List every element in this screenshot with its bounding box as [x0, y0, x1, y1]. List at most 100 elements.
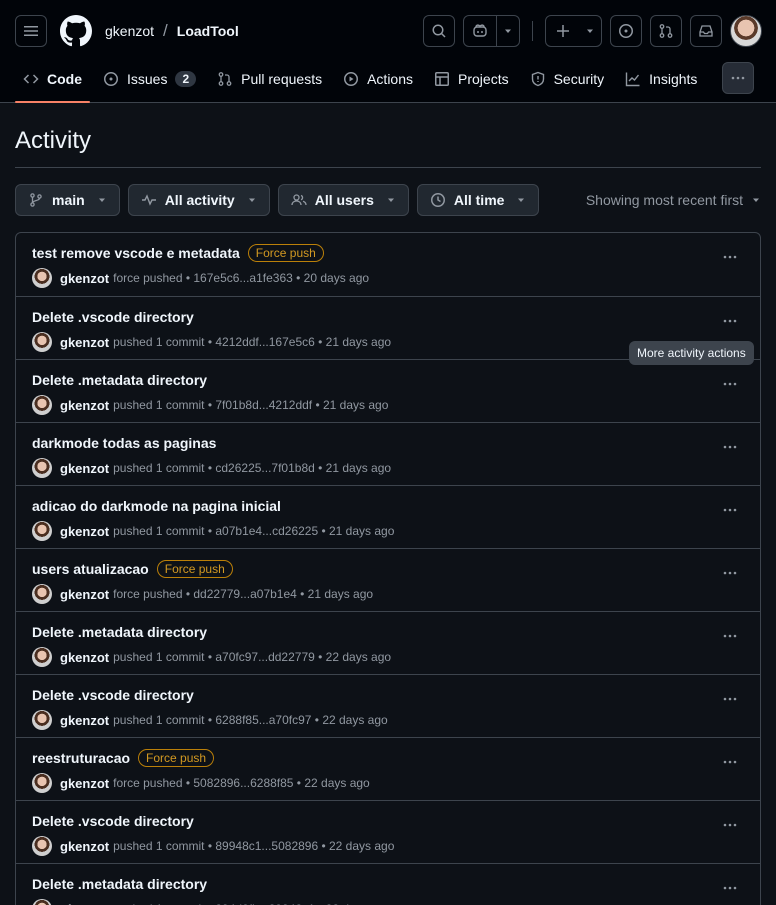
author-avatar[interactable]	[32, 395, 52, 415]
force-push-badge: Force push	[156, 560, 233, 578]
activity-meta: gkenzotpushed 1 commit • 894d0fb...89948…	[32, 899, 744, 905]
issues-button[interactable]	[610, 15, 642, 47]
activity-title[interactable]: test remove vscode e metadata	[32, 245, 240, 261]
author-name[interactable]: gkenzot	[60, 902, 109, 905]
more-activity-actions-button[interactable]	[716, 374, 744, 394]
page-title: Activity	[15, 127, 761, 168]
tab-label: Actions	[367, 71, 414, 87]
author-avatar[interactable]	[32, 647, 52, 667]
time-filter-button[interactable]: All time	[416, 184, 540, 216]
activity-title[interactable]: adicao do darkmode na pagina inicial	[32, 498, 281, 514]
tab-code[interactable]: Code	[15, 62, 90, 103]
more-activity-actions-button[interactable]	[716, 815, 744, 835]
breadcrumb: gkenzot / LoadTool	[105, 21, 239, 41]
inbox-button[interactable]	[690, 15, 722, 47]
author-name[interactable]: gkenzot	[60, 587, 109, 602]
more-activity-actions-button[interactable]	[716, 626, 744, 646]
activity-type-filter-button[interactable]: All activity	[127, 184, 270, 216]
copilot-dropdown[interactable]	[497, 16, 519, 46]
more-activity-actions-button[interactable]	[716, 247, 744, 267]
tab-label: Insights	[649, 71, 698, 87]
tab-pull-requests[interactable]: Pull requests	[209, 62, 330, 96]
header-actions	[423, 15, 762, 47]
more-activity-actions-button[interactable]	[716, 437, 744, 457]
issues-counter: 2	[175, 71, 197, 87]
activity-row: adicao do darkmode na pagina inicial gken…	[16, 485, 760, 548]
author-name[interactable]: gkenzot	[60, 776, 109, 791]
triangle-down-icon	[387, 198, 394, 202]
kebab-horizontal-icon	[731, 76, 745, 80]
author-name[interactable]: gkenzot	[60, 713, 109, 728]
more-tabs-button[interactable]	[722, 62, 754, 94]
activity-title[interactable]: Delete .metadata directory	[32, 624, 207, 640]
tab-insights[interactable]: Insights	[617, 62, 705, 96]
activity-title[interactable]: Delete .vscode directory	[32, 309, 194, 325]
tab-issues[interactable]: Issues 2	[95, 62, 204, 96]
author-avatar[interactable]	[32, 584, 52, 604]
repo-owner-link[interactable]: gkenzot	[105, 23, 154, 39]
search-button[interactable]	[423, 15, 455, 47]
author-name[interactable]: gkenzot	[60, 650, 109, 665]
activity-title-row: Delete .metadata directory	[32, 370, 744, 390]
activity-title[interactable]: Delete .metadata directory	[32, 372, 207, 388]
branch-filter-label: main	[52, 192, 85, 208]
author-avatar[interactable]	[32, 268, 52, 288]
repo-name-link[interactable]: LoadTool	[177, 23, 239, 39]
more-activity-actions-button[interactable]	[716, 563, 744, 583]
time-filter-label: All time	[453, 192, 505, 208]
activity-title[interactable]: Delete .vscode directory	[32, 687, 194, 703]
author-avatar[interactable]	[32, 836, 52, 856]
activity-row: darkmode todas as paginas gkenzot pushed 1…	[16, 422, 760, 485]
author-name[interactable]: gkenzot	[60, 839, 109, 854]
tab-actions[interactable]: Actions	[335, 62, 421, 96]
sort-order-button[interactable]: Showing most recent first	[586, 192, 761, 208]
author-name[interactable]: gkenzot	[60, 271, 109, 286]
activity-title[interactable]: users atualizacao	[32, 561, 149, 577]
activity-title[interactable]: Delete .metadata directory	[32, 876, 207, 892]
author-name[interactable]: gkenzot	[60, 524, 109, 539]
kebab-horizontal-icon	[723, 697, 737, 701]
kebab-horizontal-icon	[723, 760, 737, 764]
create-new-button[interactable]	[545, 15, 602, 47]
author-avatar[interactable]	[32, 332, 52, 352]
author-name[interactable]: gkenzot	[60, 398, 109, 413]
author-avatar[interactable]	[32, 710, 52, 730]
activity-title-row: adicao do darkmode na pagina inicial	[32, 496, 744, 516]
activity-title-row: Delete .metadata directory	[32, 874, 744, 894]
activity-filters: main All activity All users All time Sho…	[15, 184, 761, 216]
users-filter-button[interactable]: All users	[277, 184, 409, 216]
table-icon	[435, 72, 450, 86]
author-name[interactable]: gkenzot	[60, 461, 109, 476]
author-avatar[interactable]	[32, 521, 52, 541]
people-icon	[291, 194, 307, 206]
more-activity-actions-button[interactable]	[716, 311, 744, 331]
kebab-horizontal-icon	[723, 508, 737, 512]
tab-security[interactable]: Security	[522, 62, 613, 96]
activity-title[interactable]: Delete .vscode directory	[32, 813, 194, 829]
author-avatar[interactable]	[32, 773, 52, 793]
activity-detail: pushed 1 commit • 4212ddf...167e5c6 • 21…	[113, 335, 392, 349]
more-activity-actions-button[interactable]	[716, 689, 744, 709]
user-avatar[interactable]	[730, 15, 762, 47]
author-name[interactable]: gkenzot	[60, 335, 109, 350]
triangle-down-icon	[753, 198, 759, 202]
sort-order-label: Showing most recent first	[585, 192, 743, 208]
play-icon	[344, 72, 359, 86]
tab-projects[interactable]: Projects	[426, 62, 517, 96]
author-avatar[interactable]	[32, 458, 52, 478]
activity-title[interactable]: darkmode todas as paginas	[32, 435, 216, 451]
more-activity-actions-button[interactable]	[716, 500, 744, 520]
activity-detail: pushed 1 commit • cd26225...7f01b8d • 21…	[113, 461, 392, 475]
more-activity-actions-button[interactable]	[716, 878, 744, 898]
github-logo[interactable]	[60, 15, 92, 47]
tab-label: Projects	[458, 71, 509, 87]
activity-title-row: Delete .vscode directory	[32, 685, 744, 705]
activity-title[interactable]: reestruturacao	[32, 750, 130, 766]
menu-button[interactable]	[15, 15, 47, 47]
author-avatar[interactable]	[32, 899, 52, 905]
activity-meta: gkenzot force pushed • dd22779...a07b1e4 …	[32, 584, 744, 604]
more-activity-actions-button[interactable]	[716, 752, 744, 772]
pull-requests-button[interactable]	[650, 15, 682, 47]
branch-filter-button[interactable]: main	[15, 184, 120, 216]
copilot-button[interactable]	[464, 16, 496, 46]
